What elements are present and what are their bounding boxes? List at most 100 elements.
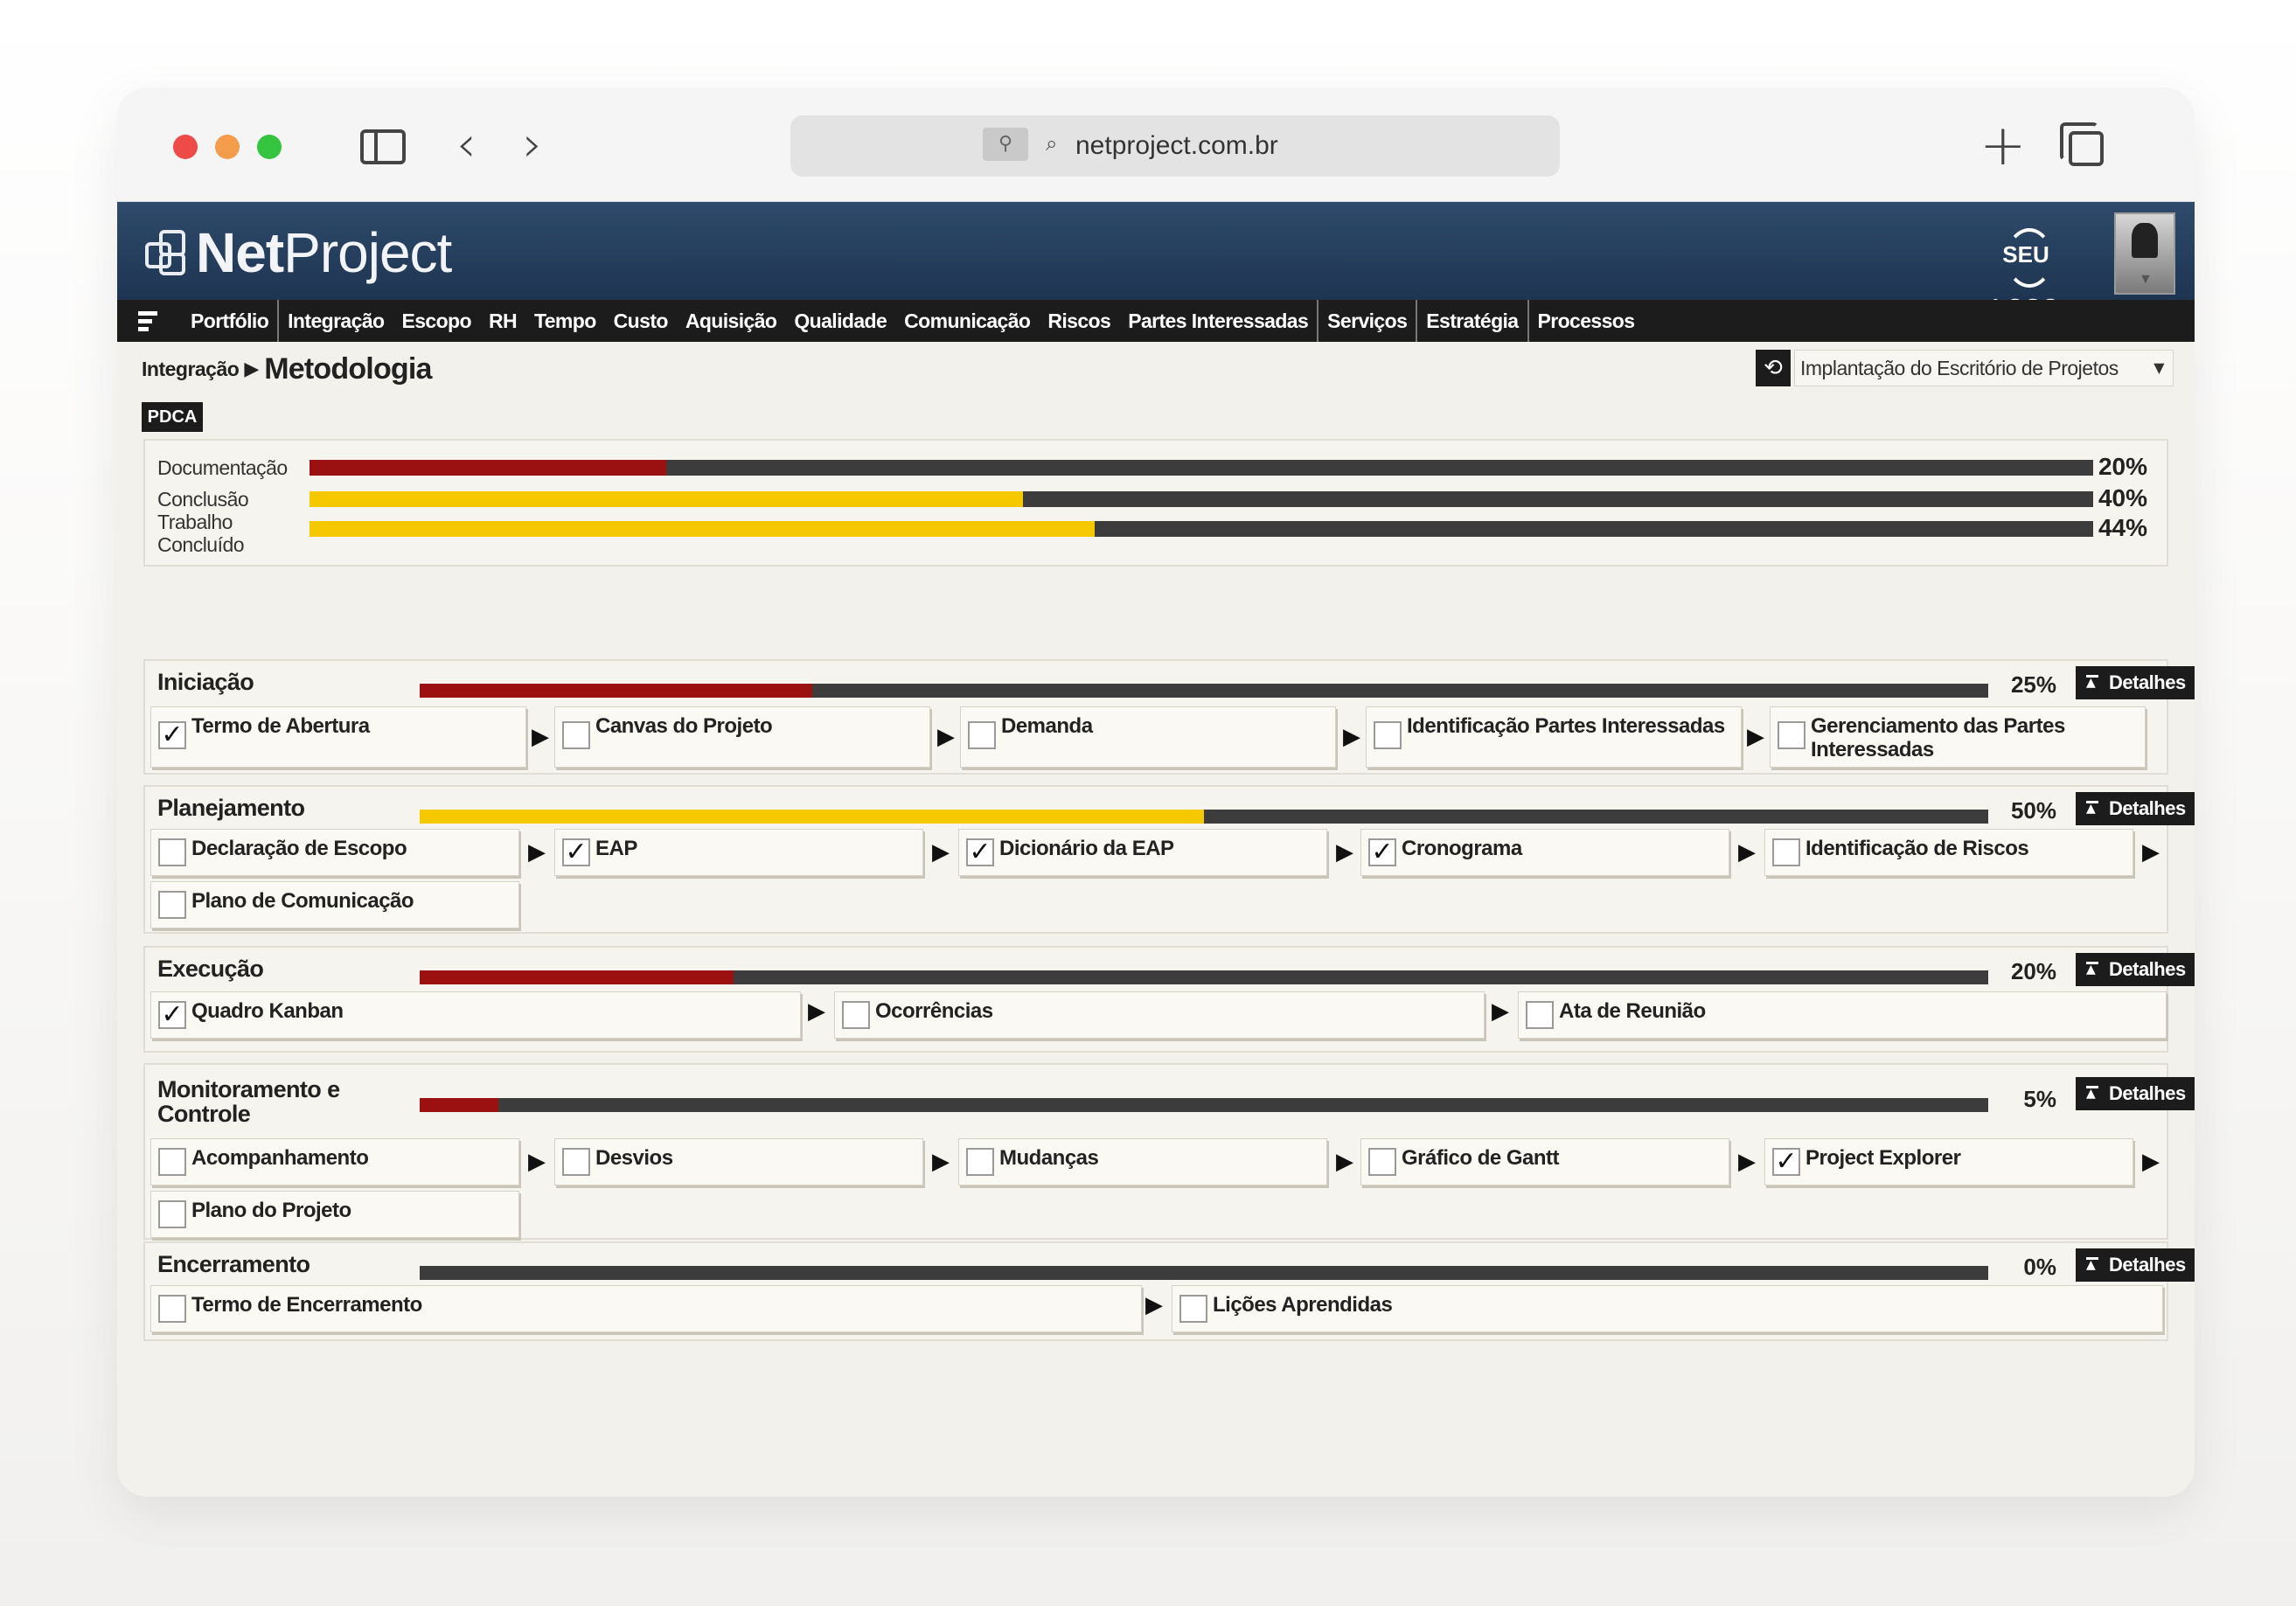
menu-item-portfolio[interactable]: Portfólio (182, 300, 277, 342)
empty-checkbox-icon[interactable] (966, 1148, 994, 1176)
methodology-step-card[interactable]: Mudanças (958, 1138, 1327, 1185)
tab-overview-icon[interactable] (2060, 122, 2104, 166)
methodology-step-card[interactable]: Gráfico de Gantt (1360, 1138, 1729, 1185)
methodology-step-card[interactable]: Declaração de Escopo (150, 829, 519, 876)
phase-progress-track (420, 1098, 1988, 1112)
methodology-step-card[interactable]: Canvas do Projeto (554, 706, 930, 768)
menu-item-comunicacao[interactable]: Comunicação (895, 300, 1039, 342)
details-button[interactable]: Detalhes (2076, 792, 2195, 825)
methodology-step-card[interactable]: Identificação Partes Interessadas (1366, 706, 1742, 768)
checked-checkbox-icon[interactable]: ✓ (966, 838, 994, 866)
empty-checkbox-icon[interactable] (1772, 838, 1800, 866)
phase-panel: Iniciação 25% Detalhes ✓Termo de Abertura Ca… (143, 659, 2195, 775)
methodology-step-card[interactable]: ✓ Cronograma (1360, 829, 1729, 876)
empty-checkbox-icon[interactable] (562, 1148, 590, 1176)
empty-checkbox-icon[interactable] (1778, 721, 1805, 749)
address-bar[interactable]: ⚲ ⌕ netproject.com.br (790, 115, 1560, 177)
netproject-logo[interactable]: NetProject (140, 219, 452, 286)
methodology-step-card[interactable]: ✓ Termo de Abertura (150, 706, 526, 768)
checked-checkbox-icon[interactable]: ✓ (158, 721, 186, 749)
step-label: EAP (595, 837, 637, 860)
methodology-step-card[interactable]: Demanda (960, 706, 1336, 768)
menu-item-processos[interactable]: Processos (1527, 300, 1644, 342)
menu-item-aquisicao[interactable]: Aquisição (677, 300, 786, 342)
sidebar-toggle-icon[interactable] (360, 129, 406, 164)
browser-toolbar: ‹ › ⚲ ⌕ netproject.com.br + (117, 87, 2195, 202)
methodology-step-card[interactable]: Identificação de Riscos (1764, 829, 2133, 876)
breadcrumb-parent-link[interactable]: Integração (142, 358, 240, 381)
menu-item-qualidade[interactable]: Qualidade (785, 300, 895, 342)
close-window-button[interactable] (173, 135, 198, 159)
project-select[interactable]: Implantação do Escritório de Projetos ▼ (1794, 350, 2174, 386)
details-button[interactable]: Detalhes (2076, 953, 2195, 986)
hamburger-menu-icon[interactable] (138, 309, 157, 332)
flow-arrow-icon: ▶ (937, 724, 955, 750)
empty-checkbox-icon[interactable] (158, 1295, 186, 1323)
step-label: Ocorrências (875, 999, 993, 1023)
minimize-window-button[interactable] (215, 135, 240, 159)
methodology-step-card[interactable]: ✓ Dicionário da EAP (958, 829, 1327, 876)
back-arrow-icon[interactable]: ‹ (456, 121, 476, 170)
summary-progress-fill (310, 491, 1023, 507)
menu-item-tempo[interactable]: Tempo (525, 300, 605, 342)
empty-checkbox-icon[interactable] (1374, 721, 1402, 749)
summary-progress-track (310, 521, 2093, 537)
flow-arrow-icon: ▶ (1145, 1292, 1163, 1318)
details-button[interactable]: Detalhes (2076, 666, 2195, 699)
menu-item-partes-interessadas[interactable]: Partes Interessadas (1119, 300, 1317, 342)
menu-item-estrategia[interactable]: Estratégia (1416, 300, 1527, 342)
methodology-step-card[interactable]: Plano de Comunicação (150, 881, 519, 928)
step-label: Quadro Kanban (191, 999, 344, 1023)
step-label: Declaração de Escopo (191, 837, 407, 860)
details-button[interactable]: Detalhes (2076, 1077, 2195, 1110)
details-button[interactable]: Detalhes (2076, 1248, 2195, 1282)
menu-item-custo[interactable]: Custo (605, 300, 677, 342)
checked-checkbox-icon[interactable]: ✓ (158, 1001, 186, 1029)
methodology-step-card[interactable]: Acompanhamento (150, 1138, 519, 1185)
methodology-step-card[interactable]: ✓ Project Explorer (1764, 1138, 2133, 1185)
forward-arrow-icon[interactable]: › (523, 121, 542, 170)
menu-item-escopo[interactable]: Escopo (393, 300, 479, 342)
summary-progress-track (310, 460, 2093, 476)
empty-checkbox-icon[interactable] (1368, 1148, 1396, 1176)
maximize-window-button[interactable] (257, 135, 282, 159)
empty-checkbox-icon[interactable] (1179, 1295, 1207, 1323)
methodology-step-card[interactable]: ✓ Quadro Kanban (150, 991, 801, 1039)
methodology-step-card[interactable]: Desvios (554, 1138, 923, 1185)
empty-checkbox-icon[interactable] (842, 1001, 870, 1029)
empty-checkbox-icon[interactable] (158, 838, 186, 866)
refresh-icon[interactable]: ⟲ (1756, 350, 1791, 386)
empty-checkbox-icon[interactable] (158, 891, 186, 919)
methodology-step-card[interactable]: Gerenciamento das Partes Interessadas (1770, 706, 2146, 768)
checked-checkbox-icon[interactable]: ✓ (562, 838, 590, 866)
menu-item-servicos[interactable]: Serviços (1317, 300, 1416, 342)
phase-percent: 5% (2023, 1086, 2056, 1112)
empty-checkbox-icon[interactable] (158, 1148, 186, 1176)
checked-checkbox-icon[interactable]: ✓ (1772, 1148, 1800, 1176)
step-label: Canvas do Projeto (595, 714, 773, 738)
step-label: Lições Aprendidas (1213, 1293, 1393, 1317)
empty-checkbox-icon[interactable] (1526, 1001, 1554, 1029)
user-avatar[interactable] (2114, 212, 2175, 295)
empty-checkbox-icon[interactable] (562, 721, 590, 749)
summary-label: Conclusão (157, 488, 249, 511)
menu-item-rh[interactable]: RH (480, 300, 525, 342)
empty-checkbox-icon[interactable] (158, 1200, 186, 1228)
phase-progress-fill (420, 1098, 498, 1112)
search-icon: ⚲ (983, 128, 1028, 161)
menu-item-integracao[interactable]: Integração (277, 300, 393, 342)
menu-item-riscos[interactable]: Riscos (1039, 300, 1119, 342)
methodology-step-card[interactable]: Lições Aprendidas (1172, 1285, 2163, 1332)
methodology-step-card[interactable]: Termo de Encerramento (150, 1285, 1142, 1332)
methodology-step-card[interactable]: ✓ EAP (554, 829, 923, 876)
methodology-step-card[interactable]: Plano do Projeto (150, 1191, 519, 1238)
methodology-step-card[interactable]: Ocorrências (834, 991, 1485, 1039)
methodology-step-card[interactable]: Ata de Reunião (1518, 991, 2167, 1039)
browser-window: ‹ › ⚲ ⌕ netproject.com.br + NetProject S… (117, 87, 2195, 1497)
empty-checkbox-icon[interactable] (968, 721, 996, 749)
checked-checkbox-icon[interactable]: ✓ (1368, 838, 1396, 866)
phase-percent: 20% (2010, 958, 2056, 984)
new-tab-plus-icon[interactable]: + (1979, 114, 2027, 178)
flow-arrow-icon: ▶ (528, 1149, 546, 1175)
summary-percent: 40% (2098, 484, 2147, 511)
